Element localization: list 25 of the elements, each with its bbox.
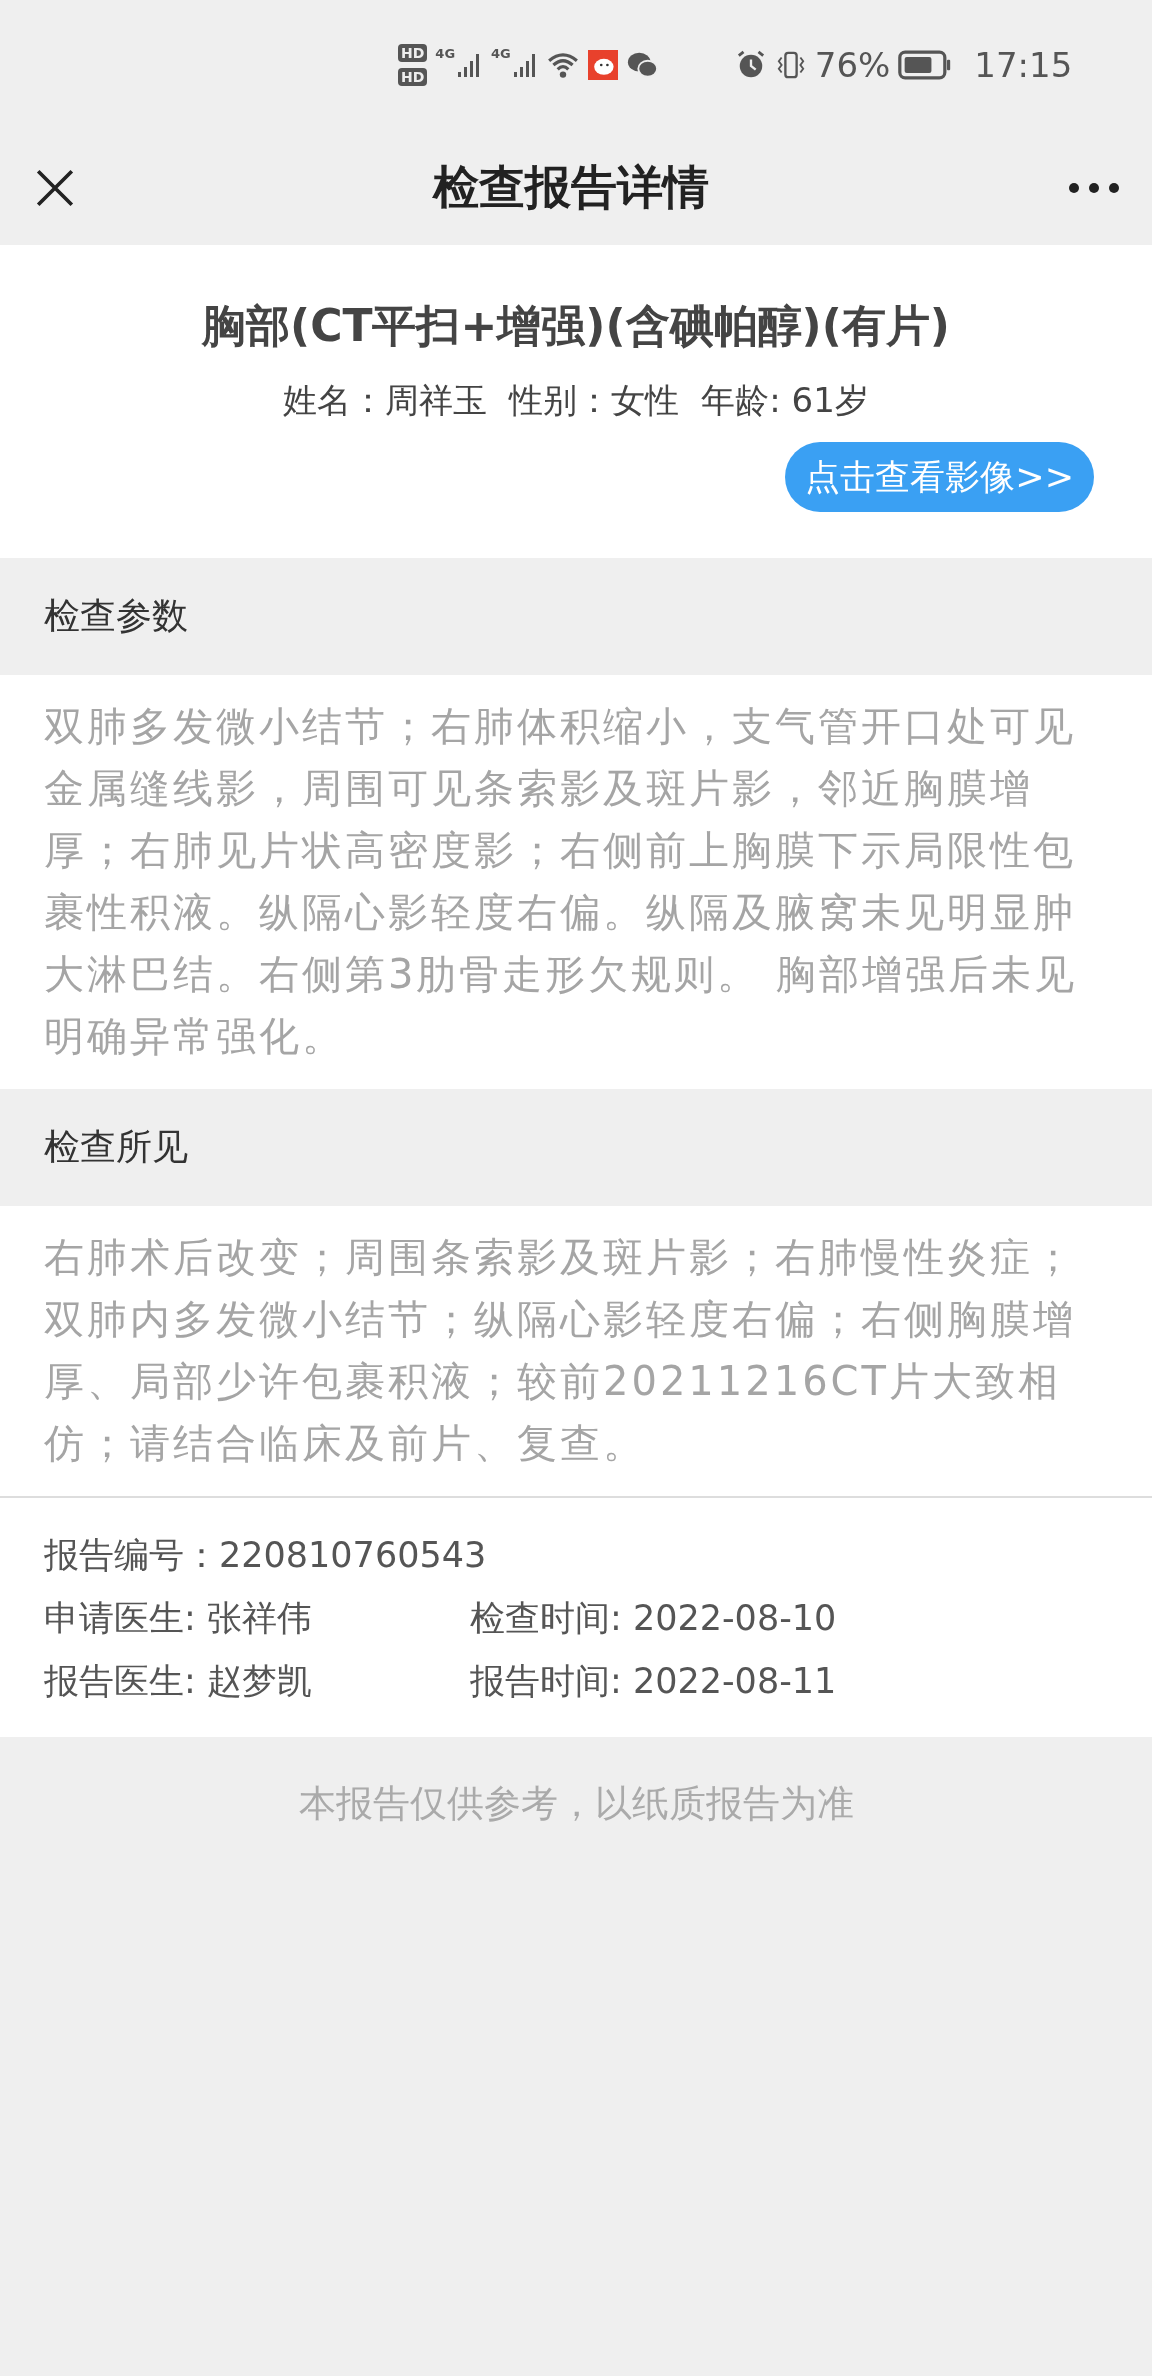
info-field: 报告时间: 2022-08-11	[470, 1650, 1108, 1713]
section-title: 检查所见	[44, 1125, 188, 1169]
clock-time: 17:15	[974, 45, 1073, 85]
patient-info: 年龄: 61岁	[701, 379, 869, 422]
patient-info: 性别：女性	[509, 379, 680, 422]
report-title: 胸部(CT平扫+增强)(含碘帕醇)(有片)	[200, 299, 951, 353]
info-field: 报告医生: 赵梦凯	[44, 1650, 470, 1713]
app-icon	[586, 50, 619, 80]
sim-label: HD	[398, 44, 428, 62]
network-label: 4G	[435, 46, 456, 61]
info-field: 申请医生: 张祥伟	[44, 1587, 470, 1650]
report-text: 右肺术后改变；周围条索影及斑片影；右肺慢性炎症；双肺内多发微小结节；纵隔心影轻度右偏；右侧胸膜增厚、局部少许包裹积液；较前20211216CT片大致相仿；请结合临床及前片、复查。	[44, 1233, 1077, 1468]
battery-percentage: 76%	[814, 45, 891, 85]
report-text: 双肺多发微小结节；右肺体积缩小，支气管开口处可见金属缝线影，周围可见条索影及斑片影，邻近胸膜增厚；右肺见片状高密度影；右侧前上胸膜下示局限性包裹性积液。纵隔心影轻度右偏。纵隔及腋窝未见明显肿大淋巴结。右侧第3肋骨走形欠规则。 胸部增强后未见明确异常强化。	[44, 702, 1079, 1061]
network-label: 4G	[491, 46, 511, 61]
wifi-icon	[546, 50, 579, 80]
info-field: 报告编号：220810760543	[44, 1524, 1108, 1587]
patient-info: 姓名：周祥玉	[283, 379, 488, 422]
page-title: 检查报告详情	[433, 158, 709, 216]
battery-icon	[898, 50, 953, 80]
view-images-button[interactable]: 点击查看影像>>	[785, 442, 1094, 512]
info-field: 检查时间: 2022-08-10	[470, 1587, 1108, 1650]
section-title: 检查参数	[44, 594, 188, 638]
disclaimer-text: 本报告仅供参考，以纸质报告为准	[297, 1781, 855, 1827]
sim-label: HD	[398, 68, 428, 86]
